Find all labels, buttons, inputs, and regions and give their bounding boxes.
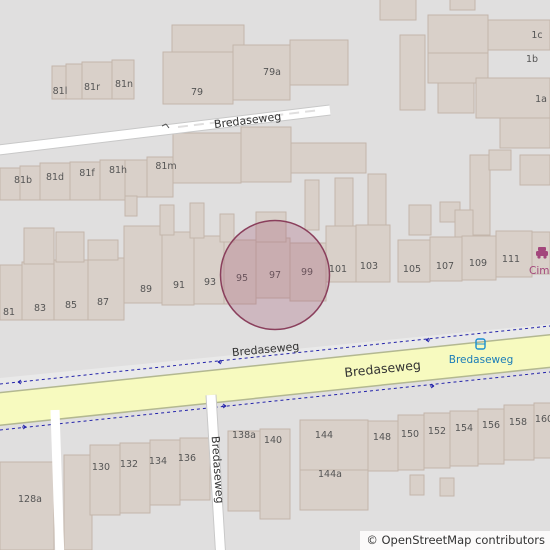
house-number: 158 (509, 417, 527, 428)
house-number: 81r (84, 82, 100, 93)
house-number: 81 (3, 307, 15, 318)
house-number: 144 (315, 430, 333, 441)
house-number: 1a (535, 94, 547, 105)
house-number: 107 (436, 261, 454, 272)
house-number: 136 (178, 453, 196, 464)
house-number: 93 (204, 277, 216, 288)
house-number: 128a (18, 494, 42, 505)
house-number: 85 (65, 300, 77, 311)
house-number: 154 (455, 423, 473, 434)
house-number: 79a (263, 67, 281, 78)
house-number: 148 (373, 432, 391, 443)
house-number: 81d (46, 172, 64, 183)
house-number: 132 (120, 459, 138, 470)
location-marker[interactable] (219, 219, 331, 331)
house-number: 101 (329, 264, 347, 275)
house-number: 130 (92, 462, 110, 473)
house-number: 81n (115, 79, 133, 90)
house-number: 79 (191, 87, 203, 98)
house-number: 87 (97, 297, 109, 308)
map-view[interactable]: 1c 1b 1a 79a 79 81n 81l 81r 81m 81h 81f … (0, 0, 550, 550)
house-number: 160 (535, 414, 550, 425)
house-number: 89 (140, 284, 152, 295)
house-number: 109 (469, 258, 487, 269)
house-number: 81l (53, 86, 68, 97)
poi-label: Cime (529, 265, 550, 277)
side-road-left[interactable] (50, 409, 65, 550)
house-number: 81f (79, 168, 95, 179)
house-number: 105 (403, 264, 421, 275)
house-number: 144a (318, 469, 342, 480)
house-number: 134 (149, 456, 167, 467)
house-number: 81m (155, 161, 176, 172)
house-number: 81h (109, 165, 127, 176)
map-canvas[interactable]: 1c 1b 1a 79a 79 81n 81l 81r 81m 81h 81f … (0, 0, 550, 550)
house-number: 140 (264, 435, 282, 446)
house-number: 111 (502, 254, 520, 265)
bus-stop-label: Bredaseweg (449, 354, 514, 366)
house-number: 83 (34, 303, 46, 314)
house-number: 138a (232, 430, 256, 441)
house-number: 103 (360, 261, 378, 272)
house-number: 1b (526, 54, 538, 65)
house-number: 81b (14, 175, 32, 186)
attribution-text[interactable]: © OpenStreetMap contributors (366, 533, 545, 547)
house-number: 91 (173, 280, 185, 291)
house-number: 156 (482, 420, 500, 431)
house-number: 150 (401, 429, 419, 440)
house-number: 152 (428, 426, 446, 437)
house-number: 1c (531, 30, 542, 41)
attribution[interactable]: © OpenStreetMap contributors (360, 531, 550, 550)
